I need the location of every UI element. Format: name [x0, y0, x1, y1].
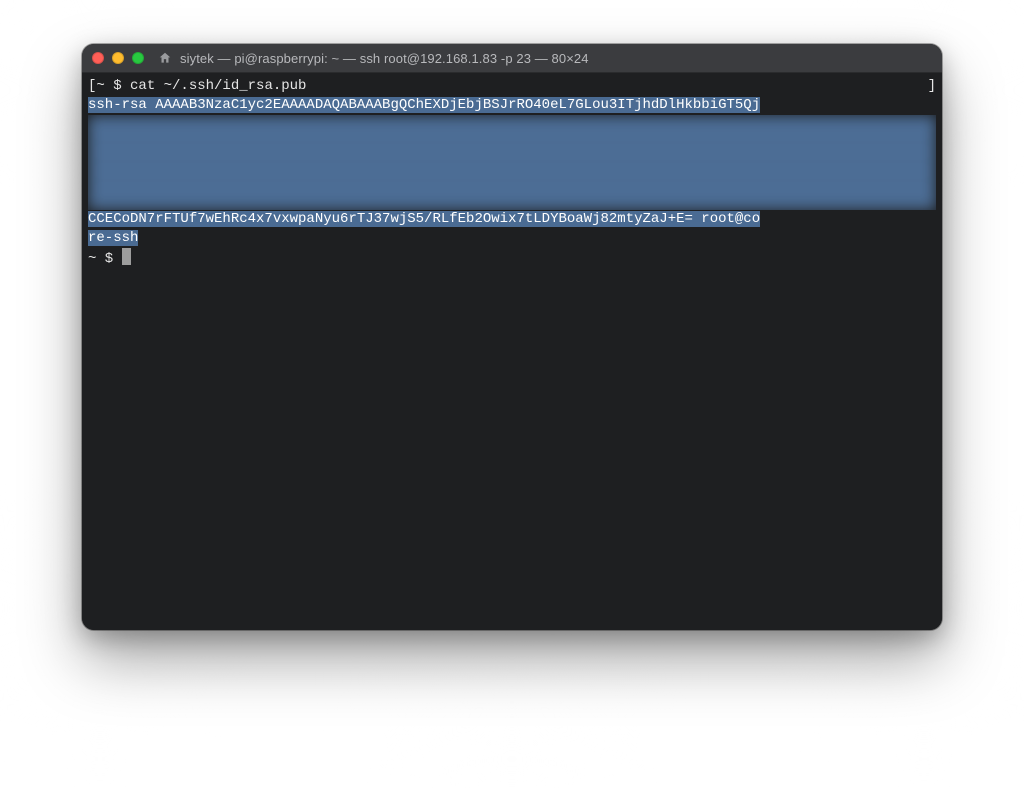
prompt-line-2: ~ $ — [88, 251, 131, 267]
shell-prompt: ~ $ — [96, 78, 130, 94]
terminal-window: siytek — pi@raspberrypi: ~ — ssh root@19… — [82, 44, 942, 630]
window-controls — [92, 52, 144, 64]
command-text: cat ~/.ssh/id_rsa.pub — [130, 78, 306, 94]
shell-prompt-2: ~ $ — [88, 251, 122, 267]
prompt-line-1: [~ $ cat ~/.ssh/id_rsa.pub] — [88, 77, 936, 96]
cursor-icon — [122, 248, 131, 265]
ssh-key-line-end-1: CCECoDN7rFTUf7wEhRc4x7vxwpaNyu6rTJ37wjS5… — [88, 211, 760, 227]
window-title: siytek — pi@raspberrypi: ~ — ssh root@19… — [180, 51, 589, 66]
fullscreen-icon[interactable] — [132, 52, 144, 64]
redacted-key-body — [88, 115, 936, 210]
ssh-key-line-start: ssh-rsa AAAAB3NzaC1yc2EAAAADAQABAAABgQCh… — [88, 97, 760, 113]
bracket-right: ] — [928, 77, 936, 96]
close-icon[interactable] — [92, 52, 104, 64]
ssh-key-line-end-2: re-ssh — [88, 230, 138, 246]
terminal-viewport[interactable]: [~ $ cat ~/.ssh/id_rsa.pub]ssh-rsa AAAAB… — [82, 73, 942, 630]
home-icon — [158, 51, 172, 65]
window-titlebar[interactable]: siytek — pi@raspberrypi: ~ — ssh root@19… — [82, 44, 942, 73]
minimize-icon[interactable] — [112, 52, 124, 64]
